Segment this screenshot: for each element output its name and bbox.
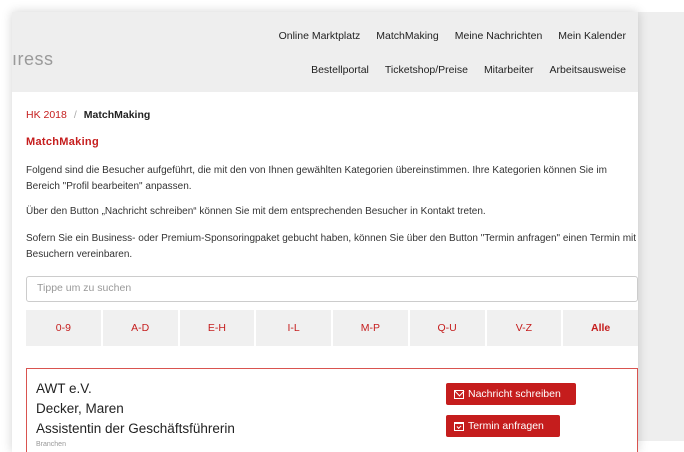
filter-v-z[interactable]: V-Z: [486, 310, 562, 346]
visitor-company: AWT e.V.: [36, 381, 92, 396]
breadcrumb-separator: /: [73, 109, 77, 121]
visitor-name: Decker, Maren: [36, 401, 124, 416]
nav-matchmaking[interactable]: MatchMaking: [376, 30, 438, 42]
visitor-info: AWT e.V. Decker, Maren Assistentin der G…: [36, 379, 235, 439]
visitor-sub-label: Branchen: [36, 441, 66, 448]
breadcrumb-current: MatchMaking: [83, 109, 151, 121]
visitor-position: Assistentin der Geschäftsführerin: [36, 421, 235, 436]
appointment-info-paragraph: Sofern Sie ein Business- oder Premium-Sp…: [26, 233, 637, 260]
search-box: [26, 276, 638, 302]
page-title: MatchMaking: [26, 136, 99, 148]
search-input[interactable]: [27, 277, 637, 299]
breadcrumb-link-hk2018[interactable]: HK 2018: [26, 109, 67, 121]
secondary-nav: Bestellportal Ticketshop/Preise Mitarbei…: [311, 64, 626, 76]
page-window: ıress Online Marktplatz MatchMaking Mein…: [12, 12, 638, 452]
appointment-button-label: Termin anfragen: [468, 420, 544, 432]
filter-0-9[interactable]: 0-9: [26, 310, 101, 346]
breadcrumb: HK 2018 / MatchMaking: [26, 109, 150, 121]
nav-bestellportal[interactable]: Bestellportal: [311, 64, 369, 76]
visitor-card: AWT e.V. Decker, Maren Assistentin der G…: [26, 368, 638, 452]
nav-online-marktplatz[interactable]: Online Marktplatz: [279, 30, 361, 42]
main-nav: Online Marktplatz MatchMaking Meine Nach…: [279, 30, 626, 42]
page-gutter: [638, 12, 684, 441]
filter-e-h[interactable]: E-H: [179, 310, 255, 346]
nav-mitarbeiter[interactable]: Mitarbeiter: [484, 64, 534, 76]
site-logo[interactable]: ıress: [12, 49, 54, 70]
envelope-icon: [454, 389, 464, 399]
nav-meine-nachrichten[interactable]: Meine Nachrichten: [455, 30, 543, 42]
filter-q-u[interactable]: Q-U: [409, 310, 485, 346]
calendar-check-icon: [454, 421, 464, 431]
nav-mein-kalender[interactable]: Mein Kalender: [558, 30, 626, 42]
message-button-label: Nachricht schreiben: [468, 388, 561, 400]
filter-alle[interactable]: Alle: [563, 310, 638, 346]
alphabet-filter-bar: 0-9 A-D E-H I-L M-P Q-U V-Z Alle: [26, 310, 638, 346]
filter-m-p[interactable]: M-P: [333, 310, 408, 346]
filter-a-d[interactable]: A-D: [102, 310, 178, 346]
site-header: ıress Online Marktplatz MatchMaking Mein…: [12, 12, 638, 92]
message-info-paragraph: Über den Button „Nachricht schreiben“ kö…: [26, 206, 486, 217]
message-button[interactable]: Nachricht schreiben: [446, 383, 576, 405]
filter-i-l[interactable]: I-L: [256, 310, 331, 346]
intro-paragraph: Folgend sind die Besucher aufgeführt, di…: [26, 165, 607, 192]
nav-ticketshop-preise[interactable]: Ticketshop/Preise: [385, 64, 468, 76]
appointment-button[interactable]: Termin anfragen: [446, 415, 560, 437]
nav-arbeitsausweise[interactable]: Arbeitsausweise: [550, 64, 626, 76]
